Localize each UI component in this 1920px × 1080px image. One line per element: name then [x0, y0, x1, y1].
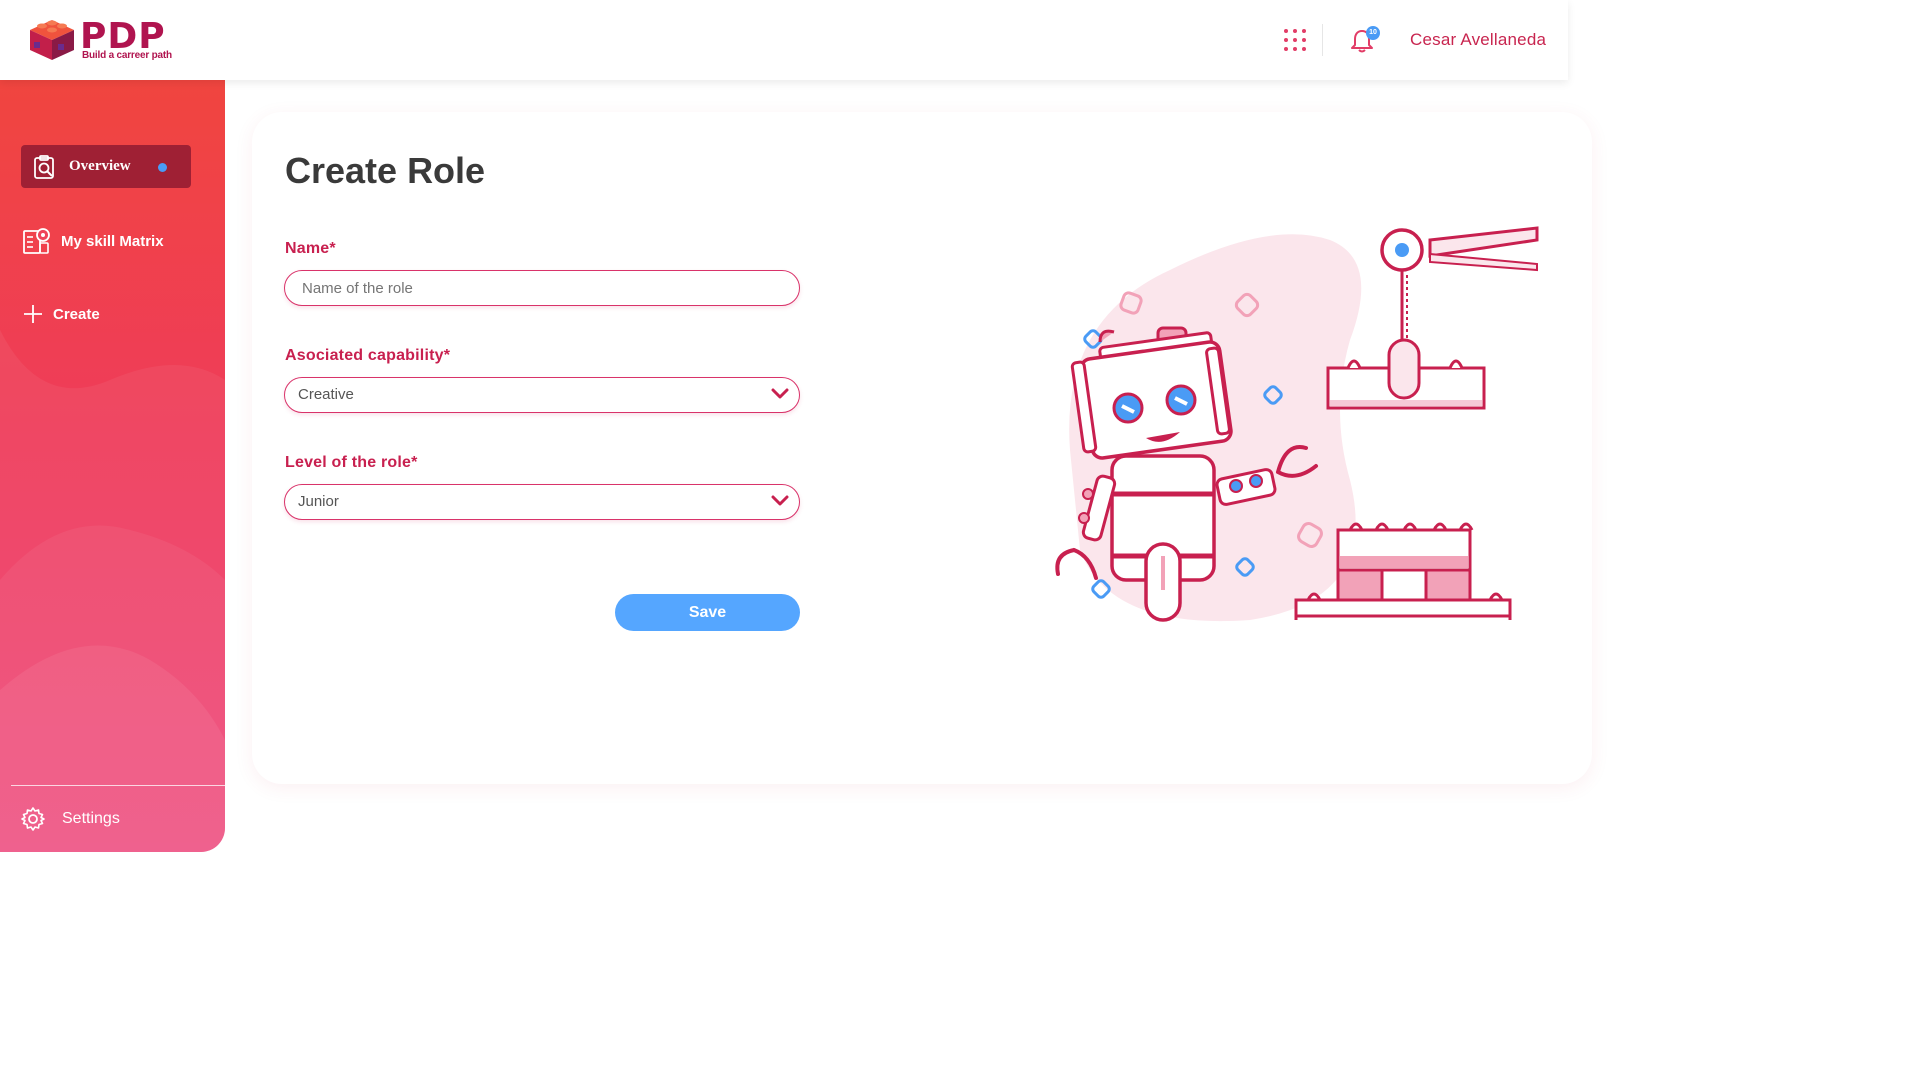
sidebar-item-skill-matrix[interactable]: My skill Matrix — [21, 219, 191, 263]
sidebar: Overview My skill Matrix Create Settings — [0, 80, 225, 852]
skill-matrix-icon — [23, 228, 50, 254]
capability-select[interactable]: Creative — [284, 377, 800, 413]
user-name[interactable]: Cesar Avellaneda — [1410, 30, 1546, 50]
save-button[interactable]: Save — [615, 594, 800, 631]
sidebar-item-label: Overview — [69, 158, 131, 174]
top-bar: PDP Build a carreer path 10 Cesar Avella… — [0, 0, 1568, 80]
sidebar-item-create[interactable]: Create — [21, 292, 191, 336]
logo-tagline: Build a carreer path — [82, 50, 172, 61]
gear-icon — [21, 807, 45, 831]
sidebar-wave-decoration — [0, 330, 225, 852]
active-indicator-dot — [158, 163, 167, 172]
sidebar-item-label: My skill Matrix — [61, 232, 164, 250]
lego-brick-logo-icon — [30, 20, 74, 60]
name-label: Name* — [285, 240, 336, 257]
sidebar-divider — [11, 785, 225, 786]
logo[interactable]: PDP Build a carreer path — [26, 14, 186, 66]
header-divider — [1322, 24, 1323, 56]
plus-icon — [24, 305, 42, 323]
sidebar-item-settings[interactable]: Settings — [20, 804, 120, 834]
capability-selected-value: Creative — [298, 386, 354, 403]
level-label: Level of the role* — [285, 454, 418, 471]
settings-label: Settings — [62, 810, 120, 827]
level-select[interactable]: Junior — [284, 484, 800, 520]
apps-grid-button[interactable] — [1282, 27, 1308, 53]
chevron-down-icon — [771, 495, 789, 506]
notifications-button[interactable]: 10 — [1350, 26, 1380, 56]
sidebar-item-overview[interactable]: Overview — [21, 145, 191, 188]
clipboard-search-icon — [34, 154, 54, 179]
level-selected-value: Junior — [298, 493, 339, 510]
robot-building-blocks-illustration — [1055, 226, 1539, 622]
page-title: Create Role — [285, 150, 486, 191]
role-name-input[interactable] — [284, 270, 800, 306]
capability-label: Asociated capability* — [285, 347, 451, 364]
notification-count-badge: 10 — [1366, 26, 1380, 40]
chevron-down-icon — [771, 388, 789, 399]
sidebar-item-label: Create — [53, 305, 100, 323]
